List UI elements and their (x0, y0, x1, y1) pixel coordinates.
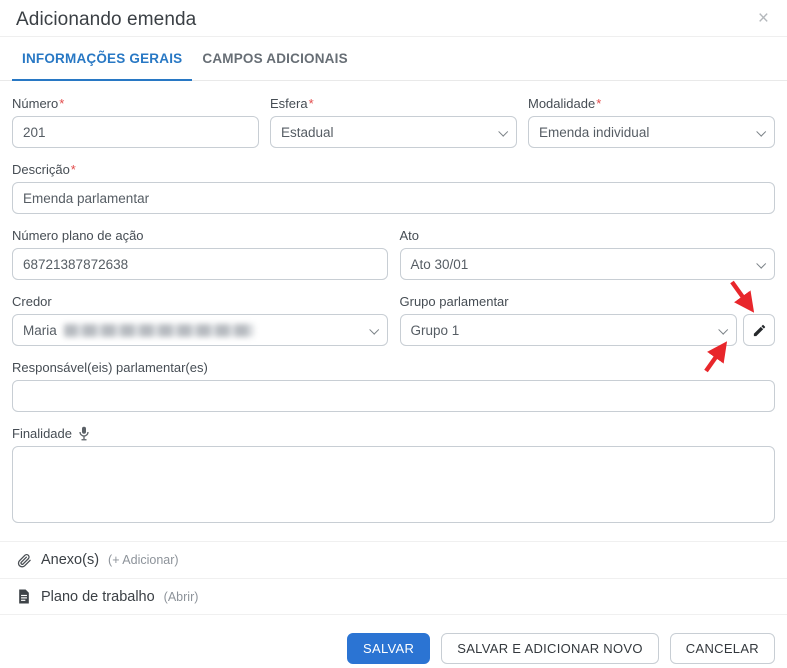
ato-select[interactable]: Ato 30/01 (399, 248, 775, 280)
chevron-down-icon (368, 324, 379, 335)
paperclip-icon (16, 552, 32, 568)
required-mark: * (70, 162, 76, 177)
grupo-parlamentar-select[interactable]: Grupo 1 (399, 314, 737, 346)
page-title: Adicionando emenda (16, 9, 197, 30)
field-grupo-parlamentar: Grupo parlamentar Grupo 1 (399, 293, 775, 346)
field-finalidade: Finalidade (12, 425, 775, 528)
edit-grupo-button[interactable] (743, 314, 775, 346)
responsavel-input[interactable] (12, 380, 775, 412)
tab-informacoes-gerais[interactable]: INFORMAÇÕES GERAIS (12, 37, 193, 81)
anexos-add-link[interactable]: (+ Adicionar) (108, 553, 179, 567)
chevron-down-icon (756, 126, 767, 137)
finalidade-textarea[interactable] (12, 446, 775, 523)
modalidade-select[interactable]: Emenda individual (528, 116, 775, 148)
file-text-icon (16, 589, 32, 604)
plano-trabalho-row: Plano de trabalho (Abrir) (0, 578, 787, 615)
required-mark: * (308, 96, 314, 111)
redacted-text (63, 323, 254, 337)
credor-label: Credor (12, 294, 52, 309)
numero-input[interactable] (12, 116, 259, 148)
required-mark: * (59, 96, 65, 111)
save-and-add-new-button[interactable]: SALVAR E ADICIONAR NOVO (441, 633, 659, 664)
grupo-parlamentar-label: Grupo parlamentar (399, 294, 509, 309)
numero-plano-acao-label: Número plano de ação (12, 228, 144, 243)
tab-campos-adicionais[interactable]: CAMPOS ADICIONAIS (192, 37, 357, 81)
responsavel-label: Responsável(eis) parlamentar(es) (12, 360, 208, 375)
descricao-label: Descrição* (12, 162, 76, 177)
field-credor: Credor Maria (12, 293, 388, 346)
modal-header: Adicionando emenda × (0, 0, 787, 37)
chevron-down-icon (756, 258, 767, 269)
plano-trabalho-label: Plano de trabalho (41, 588, 155, 605)
attachments-section: Anexo(s) (+ Adicionar) Plano de trabalho… (0, 541, 787, 615)
tab-bar: INFORMAÇÕES GERAIS CAMPOS ADICIONAIS (0, 37, 787, 81)
required-mark: * (596, 96, 602, 111)
plano-trabalho-open-link[interactable]: (Abrir) (164, 590, 199, 604)
field-esfera: Esfera* Estadual (270, 95, 517, 148)
numero-label: Número* (12, 96, 65, 111)
modal-footer: SALVAR SALVAR E ADICIONAR NOVO CANCELAR (0, 615, 787, 668)
numero-plano-acao-input[interactable] (12, 248, 388, 280)
field-modalidade: Modalidade* Emenda individual (528, 95, 775, 148)
save-button[interactable]: SALVAR (347, 633, 431, 664)
credor-select[interactable]: Maria (12, 314, 388, 346)
field-descricao: Descrição* (12, 161, 775, 214)
form-body: Número* Esfera* Estadual Modalidade* Eme… (0, 81, 787, 528)
descricao-input[interactable] (12, 182, 775, 214)
chevron-down-icon (498, 126, 509, 137)
modalidade-label: Modalidade* (528, 96, 602, 111)
pencil-icon (753, 324, 765, 336)
anexos-row: Anexo(s) (+ Adicionar) (0, 541, 787, 578)
field-numero: Número* (12, 95, 259, 148)
add-emenda-modal: Adicionando emenda × INFORMAÇÕES GERAIS … (0, 0, 787, 668)
cancel-button[interactable]: CANCELAR (669, 633, 775, 664)
microphone-icon[interactable] (78, 426, 90, 441)
esfera-select[interactable]: Estadual (270, 116, 517, 148)
finalidade-label: Finalidade (12, 425, 775, 442)
field-numero-plano-acao: Número plano de ação (12, 227, 388, 280)
close-icon[interactable]: × (756, 9, 771, 28)
field-responsavel: Responsável(eis) parlamentar(es) (12, 359, 775, 412)
ato-label: Ato (399, 228, 420, 243)
anexos-label: Anexo(s) (41, 552, 100, 568)
esfera-label: Esfera* (270, 96, 314, 111)
field-ato: Ato Ato 30/01 (399, 227, 775, 280)
chevron-down-icon (718, 324, 729, 335)
